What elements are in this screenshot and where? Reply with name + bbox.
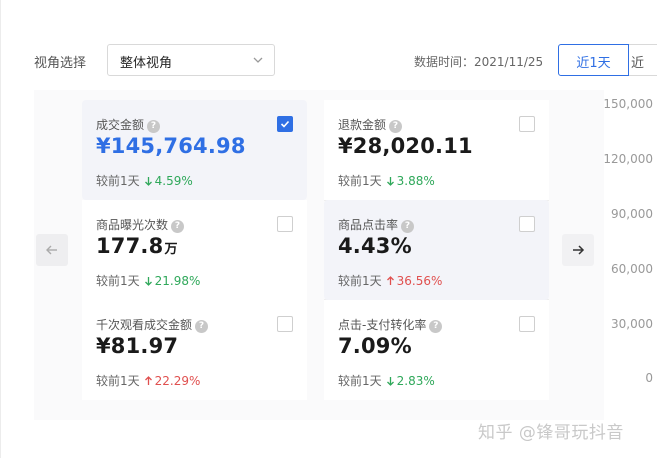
arrow-up-icon (144, 376, 152, 385)
metric-value: 177.8万 (96, 234, 178, 258)
view-select-value: 整体视角 (120, 56, 173, 71)
metric-value: ¥28,020.11 (338, 134, 473, 158)
y-axis-tick-label: 120,000 (603, 152, 653, 166)
tab-last-1-day[interactable]: 近1天 (558, 44, 629, 76)
view-selector-label: 视角选择 (34, 56, 87, 71)
metric-change: 2.83% (396, 374, 435, 388)
arrow-up-icon (386, 276, 394, 285)
metric-title: 点击-支付转化率? (338, 316, 443, 333)
metric-compare: 较前1天 21.98% (96, 274, 201, 288)
metric-title: 千次观看成交金额? (96, 316, 209, 333)
view-select[interactable]: 整体视角 (107, 44, 275, 76)
metric-checkbox[interactable] (519, 216, 535, 232)
metric-card-product-ctr[interactable]: 商品点击率? 4.43% 较前1天 36.56% (324, 200, 549, 300)
metric-value: ¥145,764.98 (96, 134, 246, 158)
question-circle-icon[interactable]: ? (389, 120, 403, 133)
next-button[interactable] (562, 234, 594, 266)
metric-checkbox[interactable] (519, 116, 535, 132)
metric-card-product-impressions[interactable]: 商品曝光次数? 177.8万较前1天 21.98% (82, 200, 307, 300)
watermark: 知乎 @锋哥玩抖音 (478, 423, 624, 443)
metric-card-gmv[interactable]: 成交金额? ¥145,764.98 较前1天 4.59% (82, 100, 307, 200)
metric-change: 3.88% (396, 174, 435, 188)
metric-compare: 较前1天 22.29% (96, 374, 201, 388)
arrow-down-icon (386, 377, 394, 386)
metric-checkbox[interactable] (277, 216, 293, 232)
y-axis-tick-label: 60,000 (611, 262, 653, 276)
metric-value: ¥81.97 (96, 334, 179, 358)
question-circle-icon[interactable]: ? (171, 220, 185, 233)
y-axis-tick-label: 0 (645, 371, 653, 385)
metric-compare: 较前1天 36.56% (338, 274, 443, 288)
arrow-left-icon (46, 245, 57, 255)
question-circle-icon[interactable]: ? (429, 320, 443, 333)
metric-value: 7.09% (338, 334, 412, 358)
metric-title: 商品点击率? (338, 216, 415, 233)
metric-compare: 较前1天 2.83% (338, 374, 435, 388)
arrow-down-icon (144, 177, 152, 186)
metric-value: 4.43% (338, 234, 412, 258)
metric-change: 21.98% (154, 274, 201, 288)
metric-title: 退款金额? (338, 116, 403, 133)
data-time: 数据时间：2021/11/25 (414, 55, 544, 69)
metric-card-gpm[interactable]: 千次观看成交金额? ¥81.97 较前1天 22.29% (82, 300, 307, 400)
question-circle-icon[interactable]: ? (147, 120, 161, 133)
question-circle-icon[interactable]: ? (195, 320, 209, 333)
metric-unit: 万 (164, 242, 178, 257)
question-circle-icon[interactable]: ? (401, 220, 415, 233)
metric-card-refund-amount[interactable]: 退款金额? ¥28,020.11 较前1天 3.88% (324, 100, 549, 200)
arrow-right-icon (573, 245, 585, 255)
arrow-down-icon (386, 177, 394, 186)
left-border (0, 0, 1, 458)
metric-checkbox[interactable] (519, 316, 535, 332)
chevron-down-icon (253, 57, 263, 63)
metric-title: 商品曝光次数? (96, 216, 185, 233)
y-axis-tick-label: 30,000 (611, 317, 653, 331)
tab-last-n-days[interactable]: 近 (628, 44, 657, 76)
arrow-down-icon (144, 277, 152, 286)
metric-change: 4.59% (154, 174, 193, 188)
metric-compare: 较前1天 3.88% (338, 174, 435, 188)
metric-title: 成交金额? (96, 116, 161, 133)
metric-change: 22.29% (154, 374, 201, 388)
metric-checkbox[interactable] (277, 316, 293, 332)
check-icon (280, 120, 290, 128)
y-axis-tick-label: 150,000 (603, 97, 653, 111)
metric-compare: 较前1天 4.59% (96, 174, 193, 188)
metric-checkbox[interactable] (277, 116, 293, 132)
metric-card-click-pay-conversion[interactable]: 点击-支付转化率? 7.09% 较前1天 2.83% (324, 300, 549, 400)
prev-button[interactable] (36, 234, 68, 266)
y-axis-tick-label: 90,000 (611, 207, 653, 221)
metric-change: 36.56% (396, 274, 443, 288)
